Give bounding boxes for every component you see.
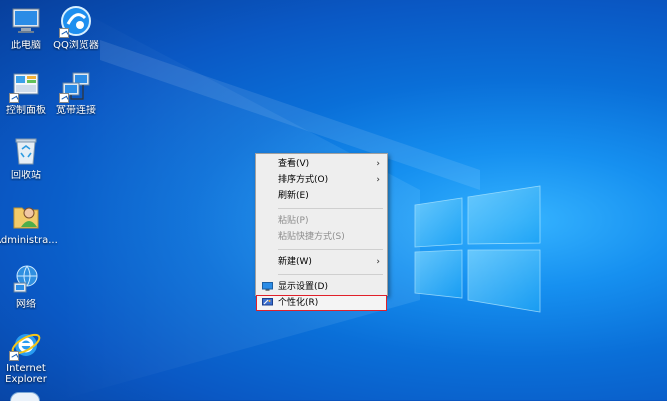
desktop-icon-label: Internet Explorer (5, 363, 47, 385)
desktop-icon-administrator[interactable]: Administra... (0, 199, 58, 246)
menu-item-label: 查看(V) (278, 159, 310, 169)
broadband-connection-icon (59, 69, 93, 103)
shortcut-arrow-icon (9, 93, 19, 103)
menu-item-sort-by[interactable]: 排序方式(O) › (256, 172, 387, 188)
menu-item-label: 显示设置(D) (278, 282, 328, 292)
shortcut-arrow-icon (59, 28, 69, 38)
desktop-icon-internet-explorer[interactable]: Internet Explorer (0, 327, 58, 385)
menu-item-paste[interactable]: 粘贴(P) (256, 213, 387, 229)
menu-item-paste-shortcut[interactable]: 粘贴快捷方式(S) (256, 229, 387, 245)
computer-icon (9, 4, 43, 38)
desktop-icon-label: 回收站 (11, 170, 41, 181)
menu-separator (278, 249, 383, 250)
menu-item-personalize[interactable]: 个性化(R) (256, 295, 387, 311)
desktop-icon-broadband-connection[interactable]: 宽带连接 (44, 69, 108, 116)
display-settings-icon (262, 282, 273, 291)
desktop-icon-label: 网络 (16, 299, 36, 310)
menu-separator (278, 208, 383, 209)
desktop-icon-recycle-bin[interactable]: 回收站 (0, 134, 58, 181)
submenu-arrow-icon: › (376, 257, 380, 267)
menu-item-label: 粘贴快捷方式(S) (278, 232, 345, 242)
shortcut-arrow-icon (9, 351, 19, 361)
desktop-icon-label: QQ浏览器 (53, 40, 99, 51)
menu-item-refresh[interactable]: 刷新(E) (256, 188, 387, 204)
desktop-icon-qq-browser[interactable]: QQ浏览器 (44, 4, 108, 51)
menu-item-label: 排序方式(O) (278, 175, 329, 185)
desktop-icon-network[interactable]: 网络 (0, 263, 58, 310)
desktop-icon-label: Administra... (0, 235, 58, 246)
menu-item-new[interactable]: 新建(W) › (256, 254, 387, 270)
shortcut-arrow-icon (59, 93, 69, 103)
internet-explorer-icon (9, 327, 43, 361)
submenu-arrow-icon: › (376, 175, 380, 185)
qq-browser-icon (59, 4, 93, 38)
menu-item-label: 新建(W) (278, 257, 312, 267)
menu-item-display-settings[interactable]: 显示设置(D) (256, 279, 387, 295)
menu-item-label: 刷新(E) (278, 191, 309, 201)
menu-separator (278, 274, 383, 275)
desktop-context-menu: 查看(V) › 排序方式(O) › 刷新(E) 粘贴(P) 粘贴快捷方式(S) … (255, 153, 388, 311)
desktop-icon-label: 宽带连接 (56, 105, 96, 116)
menu-item-label: 粘贴(P) (278, 216, 309, 226)
menu-item-label: 个性化(R) (278, 298, 319, 308)
personalize-icon (262, 298, 273, 306)
menu-item-view[interactable]: 查看(V) › (256, 156, 387, 172)
user-folder-icon (9, 199, 43, 233)
network-icon (9, 263, 43, 297)
windows-logo (414, 185, 541, 313)
submenu-arrow-icon: › (376, 159, 380, 169)
recycle-bin-icon (9, 134, 43, 168)
control-panel-icon (9, 69, 43, 103)
